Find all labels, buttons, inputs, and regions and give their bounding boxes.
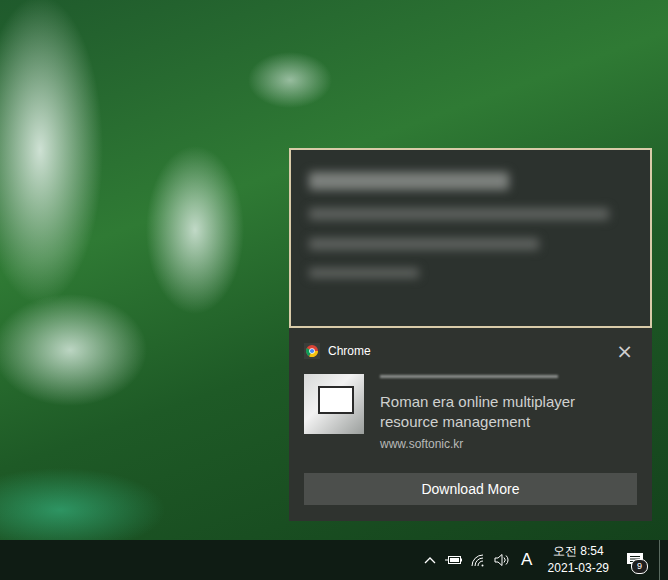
chevron-up-icon <box>424 556 436 564</box>
notification-body: Roman era online multiplayer resource ma… <box>304 374 637 451</box>
app-name: Chrome <box>328 344 604 358</box>
show-desktop[interactable] <box>659 540 660 580</box>
battery[interactable] <box>442 540 466 580</box>
download-more-button[interactable]: Download More <box>304 473 637 505</box>
blurred-notification[interactable] <box>289 148 652 328</box>
notification-count-badge: 9 <box>631 559 648 574</box>
blurred-line <box>309 172 509 190</box>
taskbar: A오전 8:542021-03-299 <box>0 540 668 580</box>
clock-date: 2021-03-29 <box>548 560 609 577</box>
battery-charging-icon <box>445 554 463 566</box>
laptop-image <box>304 374 364 434</box>
clock-time: 오전 8:54 <box>553 543 604 560</box>
chrome-notification[interactable]: Chrome × Roman era online multiplayer reso… <box>289 328 652 521</box>
blurred-line <box>309 238 539 250</box>
wifi-icon <box>470 553 486 567</box>
notification-source: www.softonic.kr <box>380 437 620 451</box>
clock[interactable]: 오전 8:542021-03-29 <box>540 543 617 577</box>
input-indicator[interactable]: A <box>514 540 540 580</box>
notification-header: Chrome × <box>304 342 637 360</box>
laptop-screen <box>318 386 354 414</box>
notification-message: Roman era online multiplayer resource ma… <box>380 392 610 432</box>
tray-overflow[interactable] <box>418 540 442 580</box>
notification-stack: Chrome × Roman era online multiplayer reso… <box>289 148 652 521</box>
volume[interactable] <box>490 540 514 580</box>
faded-title <box>380 375 558 378</box>
desktop-wallpaper: Chrome × Roman era online multiplayer reso… <box>0 0 668 540</box>
chrome-icon <box>304 343 320 359</box>
close-button[interactable]: × <box>612 342 637 360</box>
network[interactable] <box>466 540 490 580</box>
blurred-line <box>309 208 609 220</box>
speaker-icon <box>494 553 510 567</box>
notification-text: Roman era online multiplayer resource ma… <box>380 374 620 451</box>
screen: Chrome × Roman era online multiplayer reso… <box>0 0 668 580</box>
blurred-line <box>309 268 419 278</box>
action-center[interactable]: 9 <box>617 540 653 580</box>
